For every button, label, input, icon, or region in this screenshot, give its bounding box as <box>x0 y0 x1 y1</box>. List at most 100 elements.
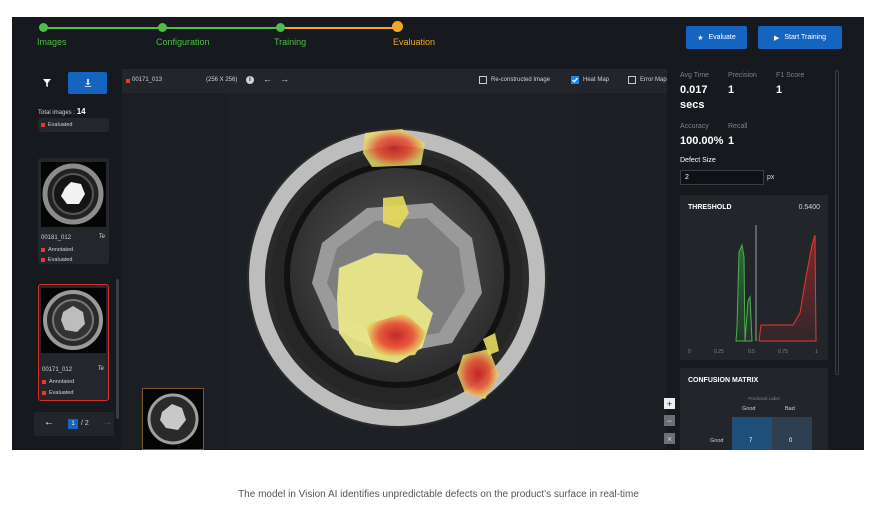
column-header-bad: Bad <box>785 406 795 412</box>
image-viewer: 00171_013 (256 X 256) i ← → Re-construct… <box>122 69 675 450</box>
reconstructed-image-label[interactable]: Re-constructed Image <box>491 77 550 83</box>
image-card[interactable]: Evaluated <box>38 118 109 132</box>
recall-value: 1 <box>728 135 735 147</box>
threshold-card: THRESHOLD 0.5400 0 0.25 0.5 0.75 1 <box>680 195 828 360</box>
sidebar-scrollbar[interactable] <box>116 279 119 419</box>
step-dot-images[interactable] <box>39 23 48 32</box>
app-window: Images Configuration Training Evaluation… <box>12 17 864 450</box>
evaluate-button[interactable]: ★ Evaluate <box>686 26 747 49</box>
accuracy-value: 100.00% <box>680 135 724 147</box>
next-page-arrow-icon[interactable]: → <box>102 417 112 428</box>
filter-button[interactable] <box>34 72 60 94</box>
pagination: ← 1 / 2 → <box>34 412 114 436</box>
red-square-icon <box>41 123 45 127</box>
step-label-training[interactable]: Training <box>274 37 306 47</box>
minimap-thumbnail[interactable] <box>142 388 204 450</box>
image-card[interactable]: 00181_012 Te Annotated Evaluated <box>38 158 109 264</box>
error-map-label[interactable]: Error Map <box>640 77 667 83</box>
image-dimensions: (256 X 256) <box>206 77 238 83</box>
star-icon: ★ <box>697 34 704 42</box>
step-label-configuration[interactable]: Configuration <box>156 37 210 47</box>
start-training-button[interactable]: ▶ Start Training <box>758 26 842 49</box>
recall-label: Recall <box>728 123 748 130</box>
threshold-histogram[interactable]: 0 0.25 0.5 0.75 1 <box>688 217 820 357</box>
heat-map-label[interactable]: Heat Map <box>583 77 609 83</box>
card-suffix: Te <box>98 234 105 240</box>
threshold-tick: 1 <box>815 349 818 355</box>
defect-size-input[interactable] <box>680 170 764 185</box>
total-pages: / 2 <box>81 420 89 427</box>
matrix-cell[interactable]: 0 <box>772 417 812 450</box>
card-tag-evaluated: Evaluated <box>41 122 72 128</box>
step-dot-evaluation[interactable] <box>392 21 403 32</box>
accuracy-label: Accuracy <box>680 123 709 130</box>
total-images-label: Total images : <box>38 110 76 116</box>
image-caption: The model in Vision AI identifies unpred… <box>238 489 639 500</box>
threshold-title: THRESHOLD <box>688 204 732 211</box>
card-tag-text: Annotated <box>48 247 74 253</box>
matrix-cell[interactable]: 7 <box>732 417 772 450</box>
thumbnail-image <box>41 162 106 227</box>
heat-map-checkbox[interactable] <box>571 76 579 84</box>
avg-time-unit: secs <box>680 99 705 111</box>
threshold-value: 0.5400 <box>798 204 820 211</box>
defect-size-label: Defect Size <box>680 157 716 164</box>
stepper-active-line <box>280 27 400 29</box>
card-tag-annotated: Annotated <box>41 247 73 253</box>
confusion-matrix-title: CONFUSION MATRIX <box>688 377 759 384</box>
step-label-images[interactable]: Images <box>37 37 67 47</box>
column-header-good: Good <box>742 406 756 412</box>
card-tag-text: Evaluated <box>48 257 73 263</box>
inspection-image[interactable] <box>227 93 577 449</box>
evaluate-button-label: Evaluate <box>708 34 736 41</box>
threshold-tick: 0.25 <box>714 349 724 355</box>
threshold-tick: 0 <box>688 349 691 355</box>
confusion-matrix-card: CONFUSION MATRIX Predicted Label Good Ba… <box>680 368 828 450</box>
f1-score-value: 1 <box>776 84 783 96</box>
viewer-toolbar: 00171_013 (256 X 256) i ← → Re-construct… <box>122 69 667 93</box>
red-square-icon <box>126 79 130 83</box>
download-button[interactable] <box>68 72 107 94</box>
thumbnail-image <box>41 288 106 353</box>
image-sidebar: Total images : 14 Evaluated 00181_012 Te… <box>34 69 122 444</box>
row-header-good: Good <box>710 438 724 444</box>
card-name: 00181_012 <box>41 235 71 241</box>
workflow-stepper: Images Configuration Training Evaluation… <box>12 17 864 67</box>
card-name-text: 00181_012 <box>41 235 72 241</box>
red-square-icon <box>41 248 45 252</box>
file-name: 00171_013 <box>132 77 163 83</box>
reconstructed-image-checkbox[interactable] <box>479 76 487 84</box>
f1-score-label: F1 Score <box>776 72 805 79</box>
arrow-right-icon[interactable]: → <box>280 74 289 84</box>
card-tag-evaluated: Evaluated <box>42 390 73 396</box>
precision-value: 1 <box>728 84 735 96</box>
current-page[interactable]: 1 <box>68 419 78 429</box>
step-dot-training[interactable] <box>276 23 285 32</box>
predicted-label: Predicted Label <box>748 396 780 401</box>
play-icon: ▶ <box>773 34 780 42</box>
card-tag-text: Evaluated <box>48 122 73 128</box>
card-tag-text: Evaluated <box>49 390 74 396</box>
panel-scrollbar[interactable] <box>835 70 839 375</box>
error-map-checkbox[interactable] <box>628 76 636 84</box>
card-name: 00171_012 <box>42 367 72 373</box>
start-training-label: Start Training <box>784 34 827 41</box>
card-tag-annotated: Annotated <box>42 379 74 385</box>
threshold-tick: 0.5 <box>748 349 755 355</box>
defect-size-unit: px <box>767 174 775 181</box>
filter-icon <box>43 79 51 87</box>
red-square-icon <box>41 258 45 262</box>
prev-page-arrow-icon[interactable]: ← <box>44 417 54 428</box>
arrow-left-icon[interactable]: ← <box>263 74 272 84</box>
avg-time-value: 0.017 <box>680 84 708 96</box>
step-label-evaluation[interactable]: Evaluation <box>393 37 435 47</box>
image-card-selected[interactable]: 00171_012 Te Annotated Evaluated <box>38 284 109 401</box>
total-images: Total images : 14 <box>38 107 86 116</box>
threshold-tick: 0.75 <box>778 349 788 355</box>
matrix-cell-value: 0 <box>789 438 793 444</box>
download-icon <box>84 79 91 87</box>
info-icon[interactable]: i <box>246 76 254 84</box>
step-dot-configuration[interactable] <box>158 23 167 32</box>
card-name-text: 00171_012 <box>42 367 73 373</box>
card-suffix: Te <box>97 366 104 372</box>
